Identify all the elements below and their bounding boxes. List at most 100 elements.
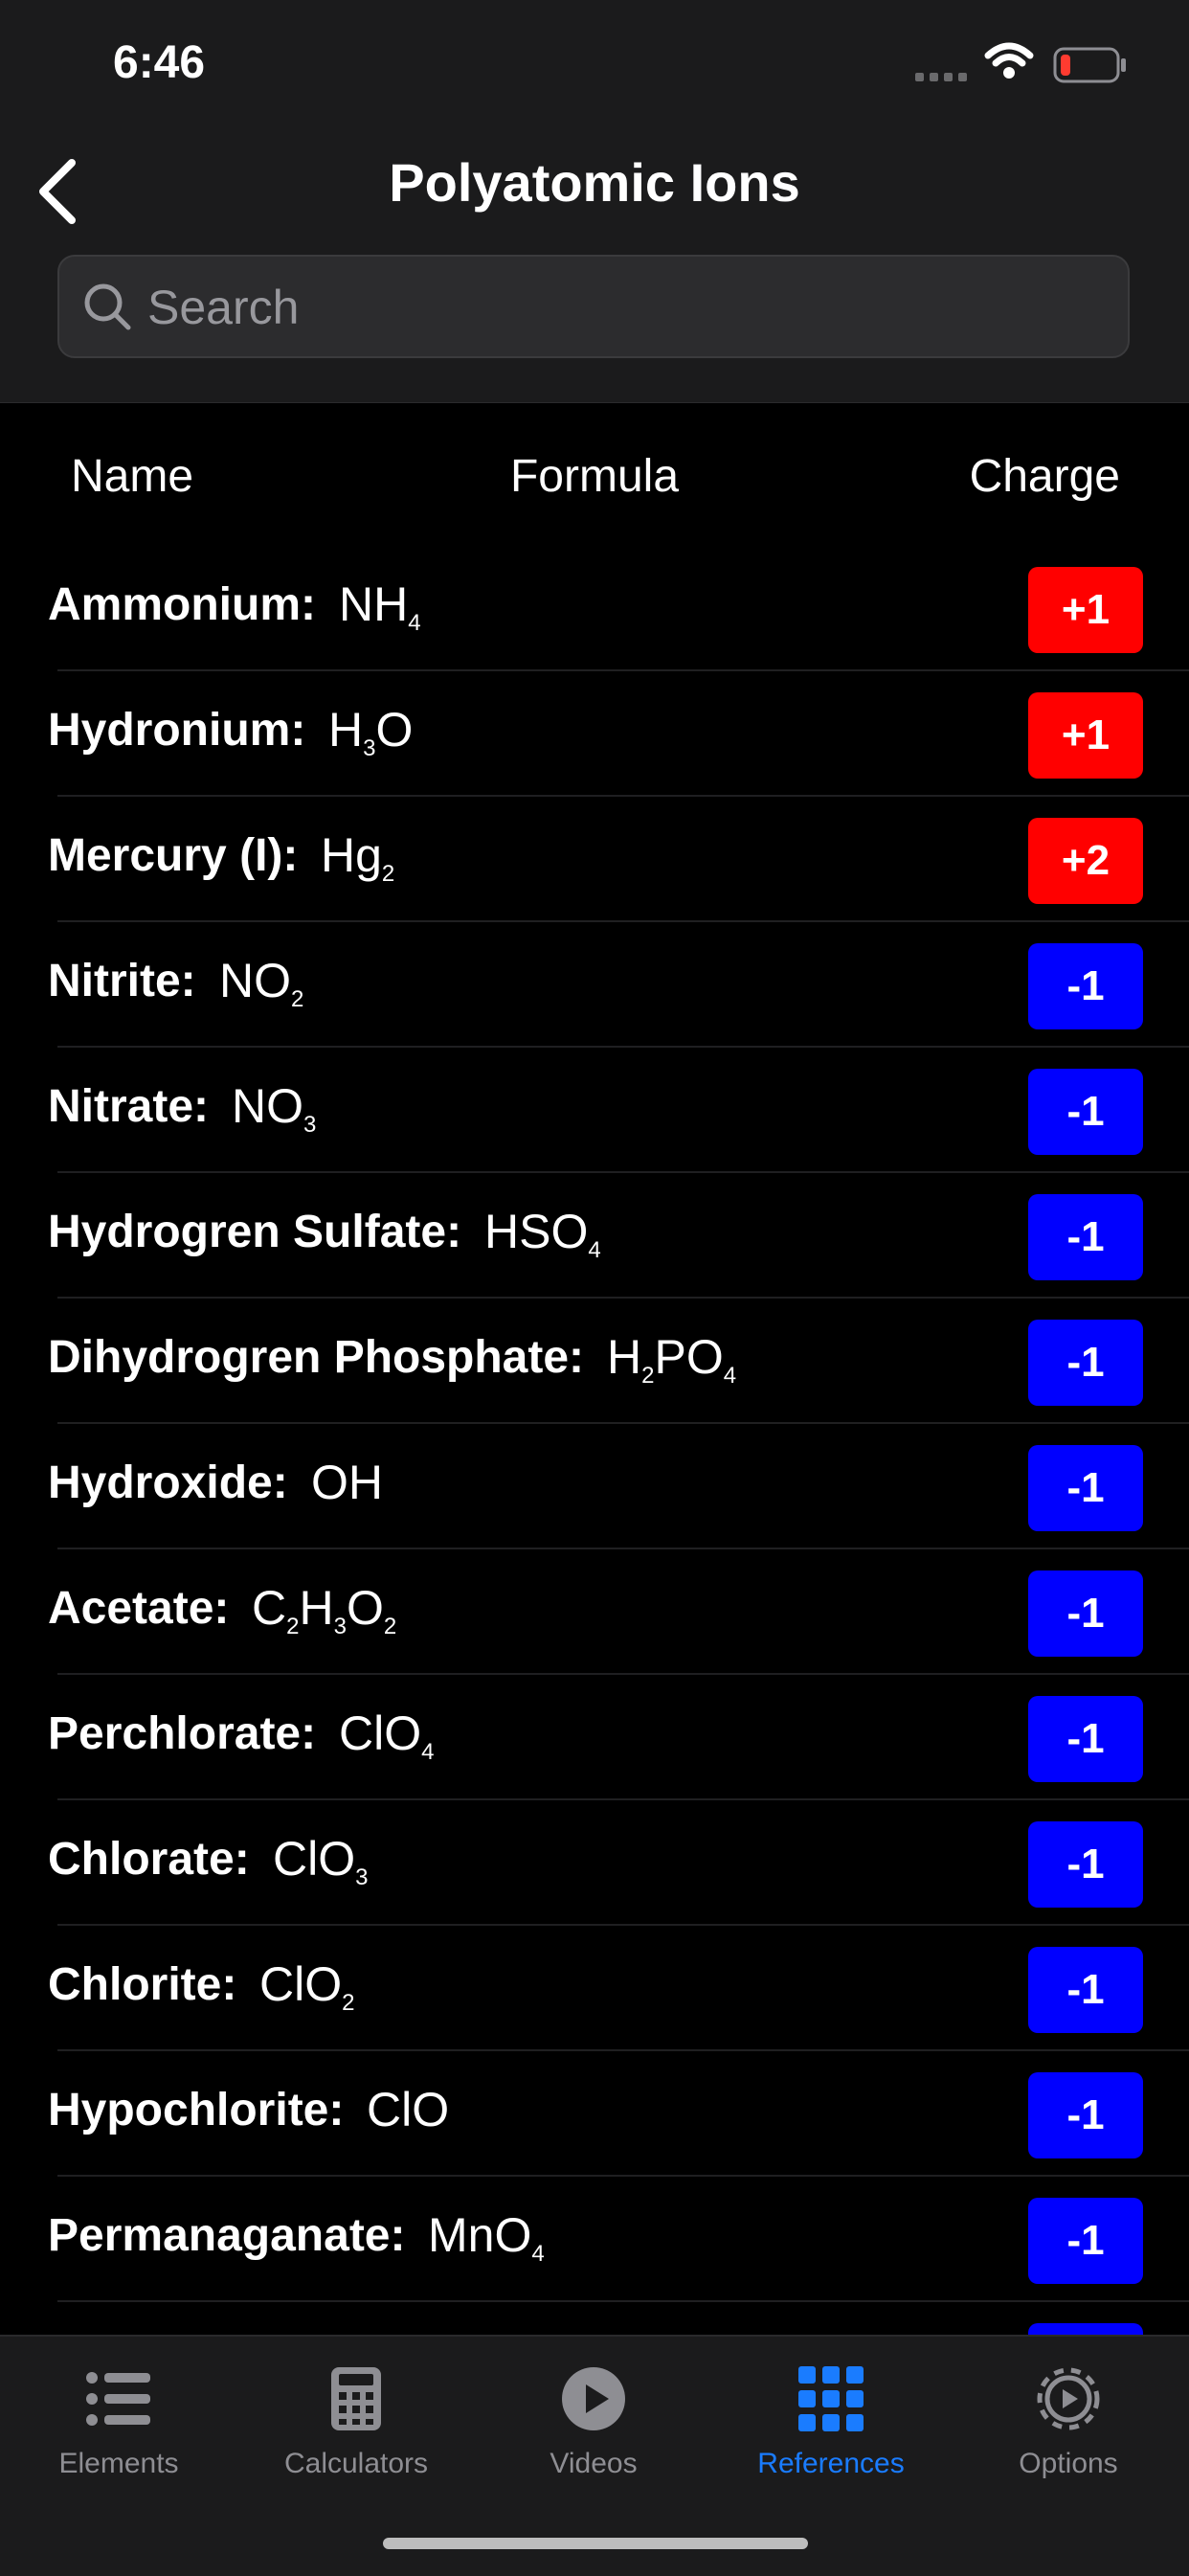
ion-name: Hydrogren Sulfate: bbox=[48, 1207, 462, 1257]
ion-formula: ClO2 bbox=[259, 1956, 354, 2017]
ion-name: Hypochlorite: bbox=[48, 2085, 345, 2135]
formula-text: Hg bbox=[321, 828, 382, 882]
formula-text: ClO bbox=[273, 1832, 356, 1886]
ion-formula: NH4 bbox=[339, 576, 421, 637]
formula-text: HSO bbox=[484, 1205, 589, 1258]
ion-name: Mercury (I): bbox=[48, 830, 299, 881]
table-row[interactable]: Hypochlorite: ClO -1 bbox=[48, 2051, 1189, 2177]
formula-text: NO bbox=[232, 1079, 303, 1133]
table-row[interactable]: Mercury (I): Hg2 +2 bbox=[48, 797, 1189, 922]
charge-badge: -1 bbox=[1028, 2198, 1143, 2284]
table-row[interactable]: Permanaganate: MnO4 -1 bbox=[48, 2177, 1189, 2302]
formula-text: MnO bbox=[428, 2208, 532, 2262]
ion-name: Permanaganate: bbox=[48, 2210, 406, 2261]
formula-text: OH bbox=[311, 1456, 383, 1509]
formula-subscript: 3 bbox=[303, 1112, 317, 1138]
formula-subscript: 4 bbox=[421, 1739, 435, 1765]
ion-formula: OH bbox=[311, 1455, 383, 1510]
search-input[interactable] bbox=[146, 257, 1107, 358]
charge-badge: -1 bbox=[1028, 1947, 1143, 2033]
charge-badge: -1 bbox=[1028, 1069, 1143, 1155]
column-headers: Name Formula Charge bbox=[0, 441, 1189, 517]
formula-text: O bbox=[346, 1581, 384, 1635]
ion-formula: ClO4 bbox=[339, 1706, 434, 1766]
formula-text: ClO bbox=[259, 1957, 343, 2011]
table-row[interactable]: Chlorite: ClO2 -1 bbox=[48, 1926, 1189, 2051]
search-icon bbox=[84, 283, 131, 330]
formula-subscript: 2 bbox=[383, 1614, 397, 1639]
formula-subscript: 4 bbox=[408, 610, 421, 636]
ion-formula: H3O bbox=[328, 702, 413, 762]
navigation-header: 6:46 Polyatomic Ions bbox=[0, 0, 1189, 403]
battery-icon bbox=[1053, 47, 1126, 83]
charge-badge bbox=[1028, 2323, 1143, 2335]
table-row[interactable] bbox=[57, 2302, 1189, 2335]
ion-name: Chlorate: bbox=[48, 1834, 250, 1885]
ion-name: Dihydrogren Phosphate: bbox=[48, 1332, 585, 1383]
ion-name: Hydronium: bbox=[48, 705, 306, 756]
status-time: 6:46 bbox=[113, 37, 206, 88]
ion-name: Chlorite: bbox=[48, 1959, 237, 2010]
search-bar[interactable] bbox=[57, 255, 1130, 358]
formula-subscript: 3 bbox=[355, 1864, 369, 1890]
tab-label: References bbox=[757, 2448, 905, 2479]
tab-references[interactable]: References bbox=[712, 2356, 950, 2480]
table-row[interactable]: Acetate: C2H3O2 -1 bbox=[48, 1549, 1189, 1675]
play-icon bbox=[475, 2356, 712, 2442]
table-row[interactable]: Hydroxide: OH -1 bbox=[48, 1424, 1189, 1549]
charge-badge: -1 bbox=[1028, 1696, 1143, 1782]
grid-icon bbox=[712, 2356, 950, 2442]
ion-name: Perchlorate: bbox=[48, 1708, 317, 1759]
charge-badge: -1 bbox=[1028, 1570, 1143, 1657]
column-header-charge: Charge bbox=[969, 451, 1120, 502]
ion-formula: H2PO4 bbox=[607, 1329, 736, 1390]
formula-text: H bbox=[607, 1330, 642, 1384]
ion-formula: ClO3 bbox=[273, 1831, 368, 1891]
tab-label: Videos bbox=[550, 2448, 638, 2479]
charge-badge: -1 bbox=[1028, 2072, 1143, 2158]
charge-badge: -1 bbox=[1028, 943, 1143, 1029]
formula-text: ClO bbox=[339, 1706, 422, 1760]
tab-label: Options bbox=[1019, 2448, 1118, 2479]
table-row[interactable]: Dihydrogren Phosphate: H2PO4 -1 bbox=[48, 1299, 1189, 1424]
tab-elements[interactable]: Elements bbox=[0, 2356, 237, 2480]
formula-subscript: 2 bbox=[286, 1614, 300, 1639]
ion-name: Acetate: bbox=[48, 1583, 230, 1634]
charge-badge: +1 bbox=[1028, 567, 1143, 653]
formula-subscript: 2 bbox=[641, 1363, 655, 1389]
formula-text: ClO bbox=[367, 2083, 450, 2136]
tab-videos[interactable]: Videos bbox=[475, 2356, 712, 2480]
formula-text: O bbox=[375, 703, 414, 757]
charge-badge: +1 bbox=[1028, 692, 1143, 779]
ion-formula: Hg2 bbox=[321, 827, 394, 888]
ion-formula: HSO4 bbox=[484, 1204, 601, 1264]
table-row[interactable]: Chlorate: ClO3 -1 bbox=[48, 1800, 1189, 1926]
formula-text: H bbox=[328, 703, 364, 757]
ion-formula: C2H3O2 bbox=[252, 1580, 396, 1640]
ion-list[interactable]: Ammonium: NH4 +1 Hydronium: H3O +1 Mercury (I)… bbox=[0, 546, 1189, 2335]
table-row[interactable]: Nitrite: NO2 -1 bbox=[48, 922, 1189, 1048]
formula-text: NO bbox=[219, 954, 291, 1007]
charge-badge: -1 bbox=[1028, 1194, 1143, 1280]
gear-icon bbox=[950, 2356, 1187, 2442]
table-row[interactable]: Ammonium: NH4 +1 bbox=[48, 546, 1189, 671]
formula-subscript: 3 bbox=[333, 1614, 347, 1639]
wifi-icon bbox=[984, 42, 1034, 79]
ion-name: Hydroxide: bbox=[48, 1457, 288, 1508]
tab-label: Elements bbox=[58, 2448, 179, 2479]
table-row[interactable]: Perchlorate: ClO4 -1 bbox=[48, 1675, 1189, 1800]
formula-text: PO bbox=[654, 1330, 724, 1384]
calculator-icon bbox=[237, 2356, 475, 2442]
table-row[interactable]: Hydrogren Sulfate: HSO4 -1 bbox=[48, 1173, 1189, 1299]
ion-formula: NO2 bbox=[219, 953, 303, 1013]
ion-name: Nitrate: bbox=[48, 1081, 210, 1132]
tab-options[interactable]: Options bbox=[950, 2356, 1187, 2480]
charge-badge: +2 bbox=[1028, 818, 1143, 904]
tab-calculators[interactable]: Calculators bbox=[237, 2356, 475, 2480]
ion-formula: NO3 bbox=[232, 1078, 316, 1139]
ion-name: Nitrite: bbox=[48, 956, 196, 1006]
ion-formula: ClO bbox=[367, 2082, 449, 2137]
table-row[interactable]: Nitrate: NO3 -1 bbox=[48, 1048, 1189, 1173]
table-row[interactable]: Hydronium: H3O +1 bbox=[48, 671, 1189, 797]
tab-label: Calculators bbox=[283, 2448, 429, 2479]
